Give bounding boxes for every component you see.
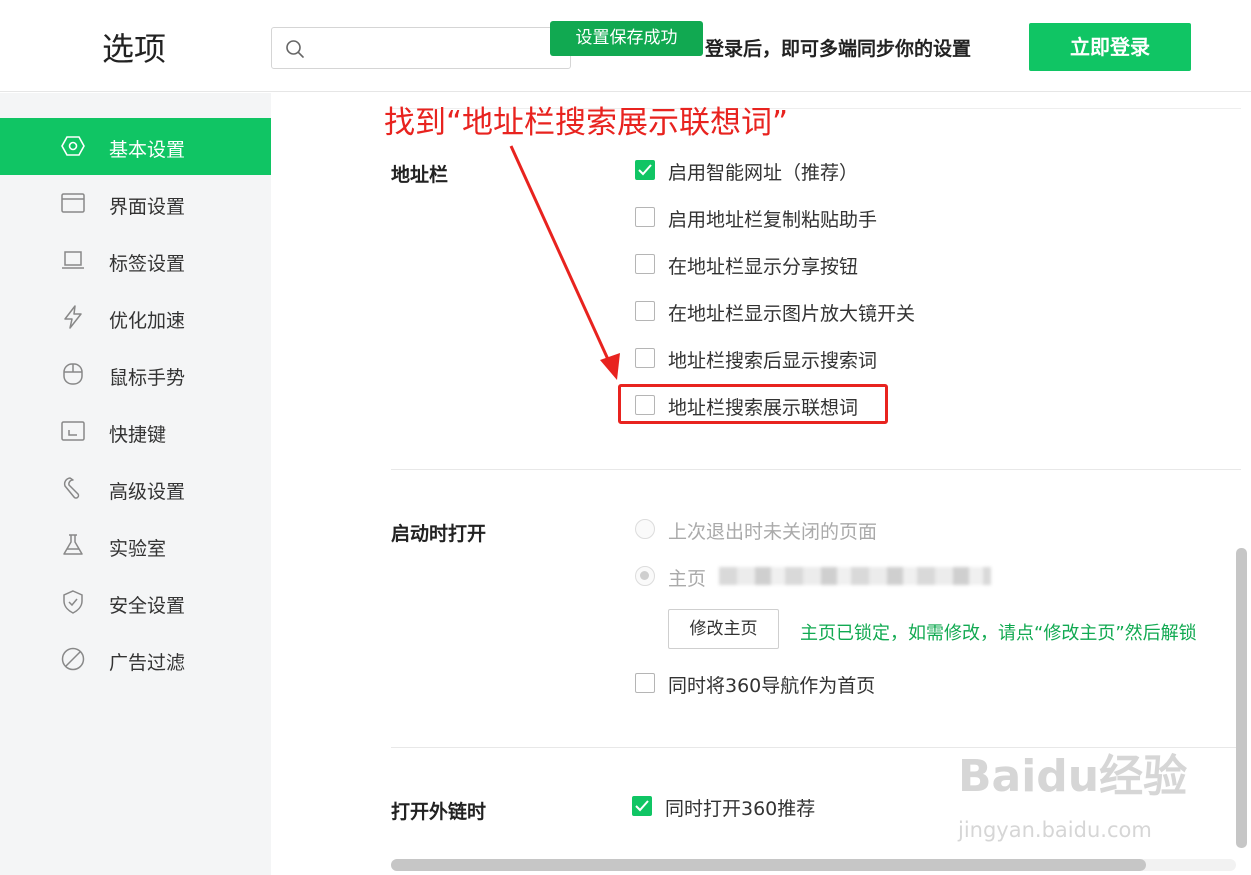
sidebar-item-ui-settings[interactable]: 界面设置 [0, 175, 271, 232]
lightning-icon [64, 305, 82, 329]
search-input[interactable] [312, 34, 562, 62]
sidebar-item-label: 界面设置 [109, 196, 186, 218]
sidebar-item-ad-filter[interactable]: 广告过滤 [0, 631, 271, 688]
sidebar-item-basic-settings[interactable]: 基本设置 [0, 118, 271, 175]
checkbox[interactable] [635, 348, 655, 368]
annotation-arrow [509, 145, 620, 380]
check-icon [638, 164, 652, 176]
tutorial-annotation: 找到“地址栏搜索展示联想词” [384, 105, 789, 141]
watermark-url: jingyan.baidu.com [958, 818, 1152, 842]
sidebar-item-label: 高级设置 [109, 481, 186, 503]
checkbox-checked[interactable] [635, 160, 655, 180]
section-title-external-links: 打开外链时 [391, 801, 487, 823]
wrench-icon [63, 477, 80, 499]
search-icon [286, 40, 304, 58]
option-label: 上次退出时未关闭的页面 [668, 521, 878, 543]
section-title-startup: 启动时打开 [391, 523, 487, 545]
vertical-scrollbar[interactable] [1236, 548, 1247, 848]
option-label: 同时打开360推荐 [665, 798, 816, 820]
sidebar-item-tab-settings[interactable]: 标签设置 [0, 232, 271, 289]
horizontal-scrollbar[interactable] [391, 859, 1236, 871]
sidebar-item-label: 广告过滤 [109, 652, 186, 674]
edit-homepage-button[interactable]: 修改主页 [668, 609, 779, 649]
sidebar-item-security[interactable]: 安全设置 [0, 574, 271, 631]
sidebar-item-label: 优化加速 [109, 310, 186, 332]
sidebar-item-label: 鼠标手势 [109, 367, 186, 389]
checkbox[interactable] [635, 301, 655, 321]
sync-prompt-text: 登录后，即可多端同步你的设置 [705, 38, 972, 60]
checkbox-checked[interactable] [632, 796, 652, 816]
sidebar-item-shortcuts[interactable]: 快捷键 [0, 403, 271, 460]
option-label: 主页 [668, 568, 707, 590]
checkbox[interactable] [635, 254, 655, 274]
block-icon [61, 647, 85, 671]
radio-button[interactable] [635, 519, 655, 539]
section-divider [391, 469, 1241, 470]
section-title-address-bar: 地址栏 [391, 164, 449, 186]
save-success-toast: 设置保存成功 [550, 21, 703, 56]
option-label: 在地址栏显示图片放大镜开关 [668, 303, 916, 325]
option-label: 在地址栏显示分享按钮 [668, 256, 859, 278]
sidebar-item-label: 安全设置 [109, 595, 186, 617]
homepage-locked-note: 主页已锁定，如需修改，请点“修改主页”然后解锁 [800, 623, 1197, 644]
login-button[interactable]: 立即登录 [1029, 23, 1191, 71]
shield-icon [63, 590, 83, 614]
homepage-url-blurred [719, 567, 991, 585]
sidebar-item-label: 快捷键 [109, 424, 167, 446]
scrollbar-thumb[interactable] [391, 859, 1146, 871]
baidu-jingyan-watermark: Baidu经验 [958, 751, 1188, 802]
keyboard-icon [61, 421, 85, 441]
sidebar-item-label: 标签设置 [109, 253, 186, 275]
page-title: 选项 [102, 30, 167, 68]
sidebar-item-lab[interactable]: 实验室 [0, 517, 271, 574]
option-label: 地址栏搜索后显示搜索词 [668, 350, 878, 372]
window-icon [61, 193, 85, 213]
header: 选项 设置保存成功 登录后，即可多端同步你的设置 立即登录 [0, 0, 1251, 92]
sidebar-item-label: 实验室 [109, 538, 167, 560]
sidebar-item-advanced[interactable]: 高级设置 [0, 460, 271, 517]
sidebar-item-mouse-gesture[interactable]: 鼠标手势 [0, 346, 271, 403]
checkbox[interactable] [635, 673, 655, 693]
search-box[interactable] [271, 27, 571, 69]
option-label: 启用智能网址（推荐） [668, 162, 859, 184]
radio-button-selected[interactable] [635, 566, 655, 586]
option-label: 同时将360导航作为首页 [668, 675, 876, 697]
tab-icon [62, 251, 84, 269]
sidebar: 基本设置 界面设置 标签设置 优化加速 鼠标手势 快捷键 高级设置 实验室 安全… [0, 93, 271, 875]
check-icon [635, 800, 649, 812]
hexagon-gear-icon [61, 136, 85, 156]
checkbox[interactable] [635, 207, 655, 227]
sidebar-item-optimize[interactable]: 优化加速 [0, 289, 271, 346]
sidebar-item-label: 基本设置 [109, 139, 186, 161]
flask-icon [63, 534, 83, 555]
option-label: 启用地址栏复制粘贴助手 [668, 209, 878, 231]
annotation-highlight-box [618, 384, 888, 424]
mouse-icon [63, 363, 83, 385]
